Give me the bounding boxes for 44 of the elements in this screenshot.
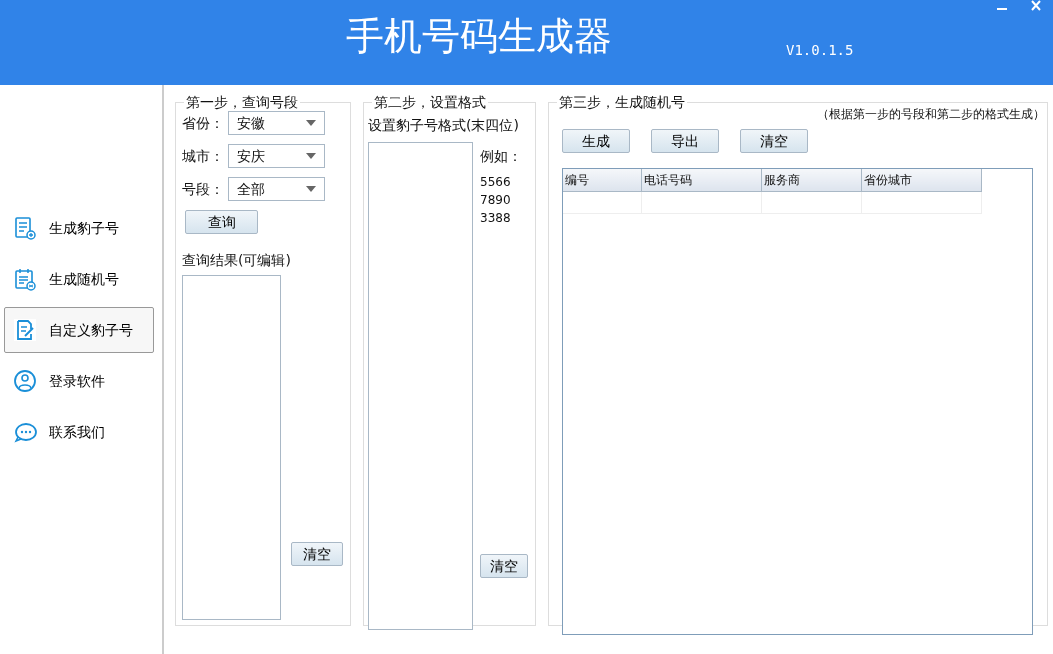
edit-document-icon [13, 318, 37, 342]
field-label: 省份： [182, 113, 224, 133]
column-header: 服务商 [761, 169, 861, 192]
clear-button[interactable]: 清空 [291, 542, 343, 566]
sidebar-item[interactable]: 生成随机号 [4, 256, 154, 302]
sidebar-item[interactable]: 自定义豹子号 [4, 307, 154, 353]
action-button[interactable]: 生成 [562, 129, 630, 153]
dropdown[interactable]: 安徽 [228, 111, 325, 135]
result-label: 查询结果(可编辑) [182, 251, 292, 270]
caret-icon [306, 186, 316, 192]
calendar-icon [13, 267, 37, 291]
action-button[interactable]: 清空 [740, 129, 808, 153]
field-label: 号段： [182, 179, 224, 199]
column-header: 编号 [563, 169, 641, 192]
sidebar-item[interactable]: 生成豹子号 [4, 205, 154, 251]
caret-icon [306, 120, 316, 126]
panel-title: 第一步，查询号段 [185, 95, 299, 109]
panel-title: 第三步，生成随机号 [558, 95, 686, 109]
caret-icon [306, 153, 316, 159]
result-text-area[interactable] [182, 275, 281, 620]
example-number: 3388 [480, 210, 512, 227]
version-label: V1.0.1.5 [786, 41, 854, 60]
query-button[interactable]: 查询 [185, 210, 258, 234]
column-header: 电话号码 [641, 169, 761, 192]
sidebar-item[interactable]: 登录软件 [4, 358, 154, 404]
user-icon [13, 369, 37, 393]
close-icon[interactable] [1030, 0, 1042, 12]
example-label: 例如： [480, 147, 523, 166]
window-title: 手机号码生成器 [346, 13, 612, 60]
action-button[interactable]: 导出 [651, 129, 719, 153]
dropdown[interactable]: 全部 [228, 177, 325, 201]
format-text-area[interactable] [368, 142, 473, 630]
panel-title: 第二步，设置格式 [373, 95, 487, 109]
field-label: 城市： [182, 146, 224, 166]
hint-text: （根据第一步的号段和第二步的格式生成） [817, 106, 1045, 123]
clear-button[interactable]: 清空 [480, 554, 528, 578]
column-header: 省份城市 [861, 169, 981, 192]
example-number: 7890 [480, 192, 512, 209]
document-plus-icon [13, 216, 37, 240]
sidebar-item[interactable]: 联系我们 [4, 409, 154, 455]
chat-bubble-icon [13, 420, 37, 444]
example-number: 5566 [480, 174, 512, 191]
dropdown[interactable]: 安庆 [228, 144, 325, 168]
format-label: 设置豹子号格式(末四位) [368, 116, 520, 135]
